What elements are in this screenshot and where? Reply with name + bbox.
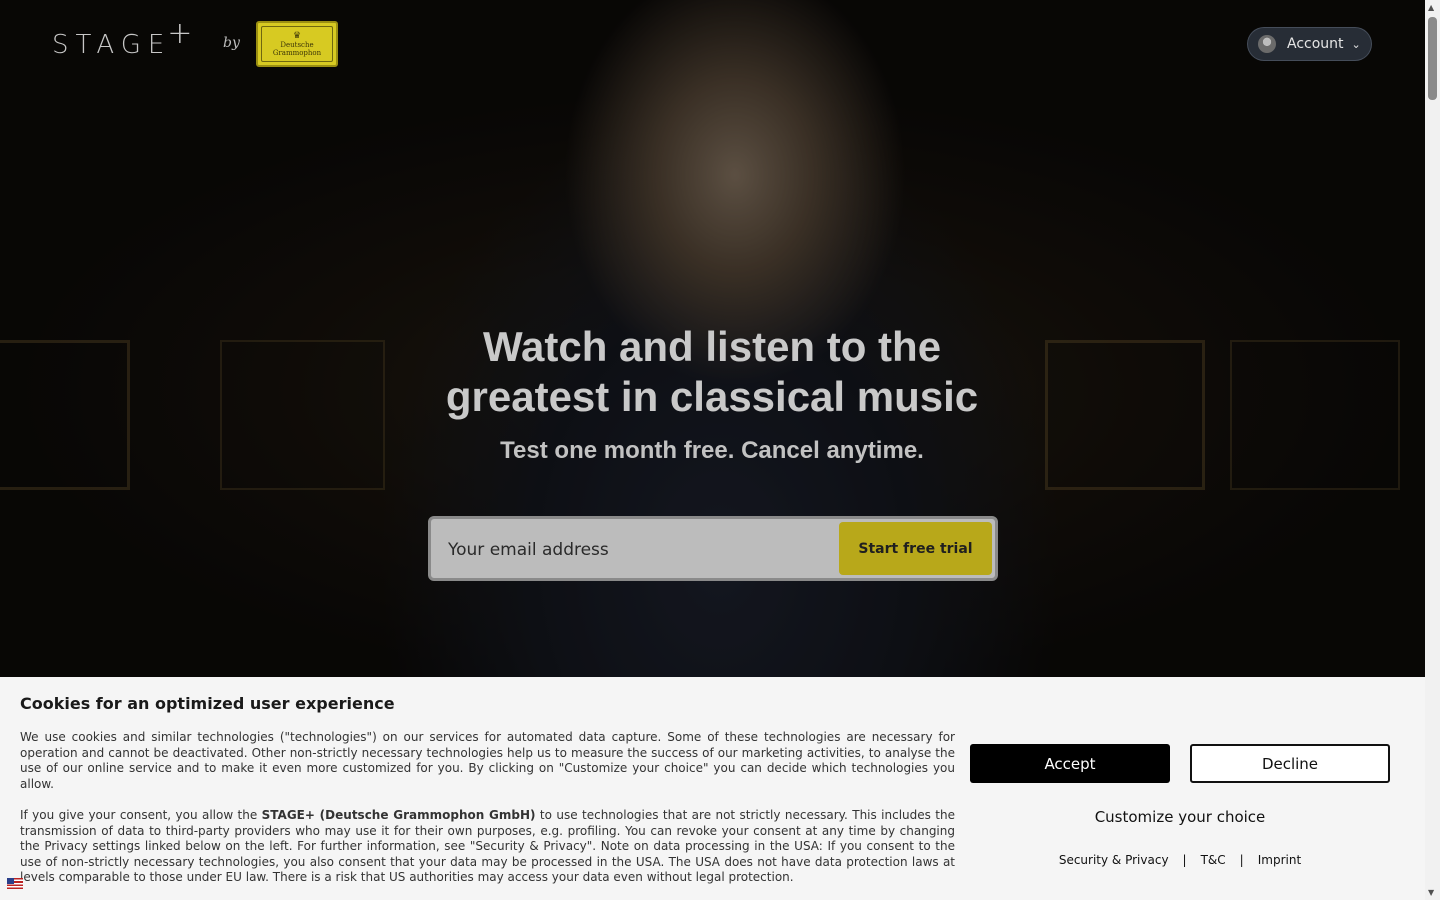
avatar-icon [1258, 35, 1276, 53]
signup-form: Start free trial [428, 516, 998, 581]
page-scrollbar[interactable]: ▲ ▼ [1425, 0, 1440, 900]
language-flag-icon[interactable] [7, 878, 23, 889]
link-separator: | [1239, 853, 1244, 867]
cookie-title: Cookies for an optimized user experience [20, 694, 395, 713]
account-menu-button[interactable]: Account ⌄ [1247, 27, 1372, 61]
account-label: Account [1287, 36, 1344, 52]
logo-plus: + [167, 16, 193, 51]
email-input[interactable] [446, 519, 830, 580]
company-name: STAGE+ (Deutsche Grammophon GmbH) [261, 808, 536, 822]
logo-text: STAGE [52, 30, 172, 60]
customize-choice-link[interactable]: Customize your choice [970, 808, 1390, 826]
cookie-banner: Cookies for an optimized user experience… [0, 677, 1425, 900]
logo-line1: Deutsche [280, 40, 314, 49]
start-free-trial-button[interactable]: Start free trial [839, 522, 992, 575]
scrollbar-thumb[interactable] [1428, 17, 1437, 100]
chevron-down-icon: ⌄ [1351, 37, 1361, 51]
stage-plus-logo[interactable]: STAGE+ [52, 16, 192, 61]
by-label: by [223, 35, 240, 51]
link-separator: | [1182, 853, 1187, 867]
paragraph2-prefix: If you give your consent, you allow the [20, 808, 262, 822]
logo-line2: Grammophon [272, 48, 322, 57]
cookie-paragraph-1: We use cookies and similar technologies … [20, 730, 955, 791]
scroll-up-icon[interactable]: ▲ [1428, 3, 1434, 12]
cookie-footer-links: Security & Privacy | T&C | Imprint [970, 853, 1390, 867]
accept-button[interactable]: Accept [970, 744, 1170, 783]
decline-button[interactable]: Decline [1190, 744, 1390, 783]
security-privacy-link[interactable]: Security & Privacy [1059, 853, 1169, 867]
imprint-link[interactable]: Imprint [1258, 853, 1301, 867]
deutsche-grammophon-logo: ♛ Deutsche Grammophon [256, 21, 338, 67]
hero-headline: Watch and listen to the greatest in clas… [445, 323, 979, 420]
scroll-down-icon[interactable]: ▼ [1428, 888, 1434, 897]
cookie-paragraph-2: If you give your consent, you allow the … [20, 808, 955, 886]
crown-icon: ♛ [292, 30, 302, 41]
tc-link[interactable]: T&C [1201, 853, 1226, 867]
hero-subline: Test one month free. Cancel anytime. [500, 437, 924, 464]
